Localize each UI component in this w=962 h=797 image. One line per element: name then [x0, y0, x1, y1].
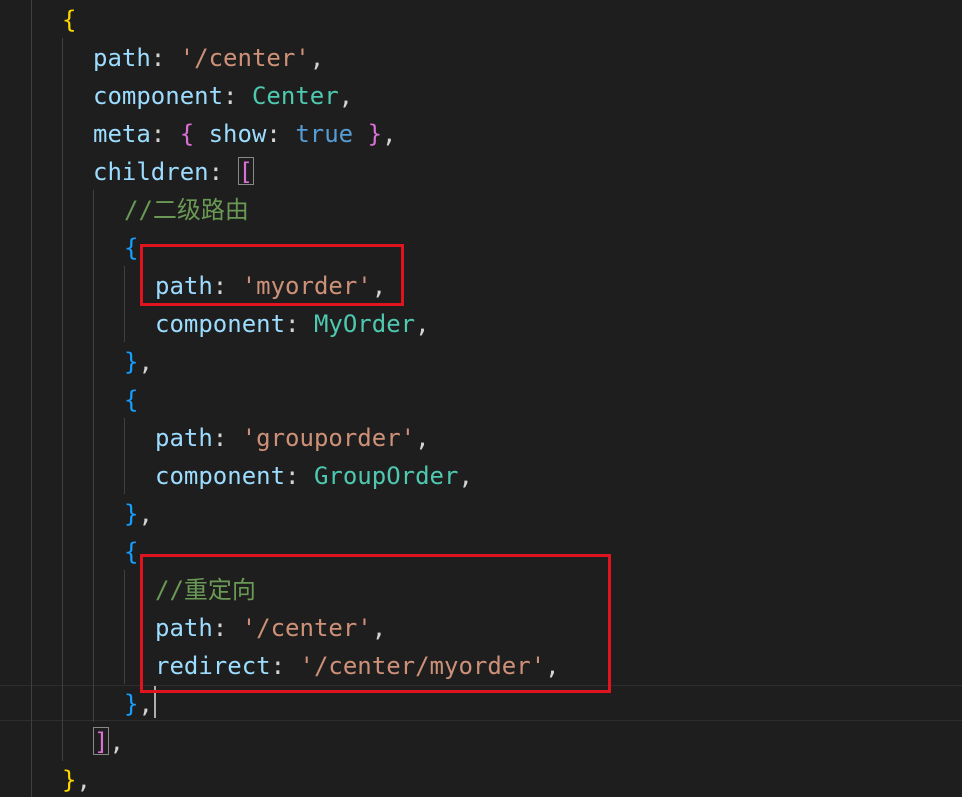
child2-component-value: GroupOrder — [313, 462, 459, 490]
code-line-5: children: [ — [93, 157, 254, 186]
child1-brace-open: { — [124, 234, 139, 262]
child1-brace-close: } — [124, 348, 139, 376]
path-key: path — [93, 44, 151, 72]
code-line-13: component: GroupOrder, — [155, 462, 473, 490]
show-value: true — [295, 120, 354, 148]
highlight-box-redirect — [140, 554, 611, 693]
child1-component-value: MyOrder — [313, 310, 416, 338]
child1-component-key: component — [155, 310, 286, 338]
code-line-21: }, — [62, 766, 91, 794]
comment-nested-route: //二级路由 — [124, 196, 249, 224]
code-editor[interactable]: { path: '/center', component: Center, me… — [0, 0, 962, 797]
path-value: '/center' — [179, 44, 310, 72]
child2-brace-open: { — [124, 386, 139, 414]
meta-key: meta — [93, 120, 151, 148]
highlight-box-child-path — [140, 244, 404, 306]
code-line-20: ], — [93, 727, 124, 756]
code-line-2: path: '/center', — [93, 44, 325, 72]
outer-brace-open: { — [62, 6, 77, 34]
child2-path-value: 'grouporder' — [241, 424, 416, 452]
outer-brace-close: } — [62, 766, 77, 794]
code-line-10: }, — [124, 348, 153, 376]
show-key: show — [208, 120, 267, 148]
meta-brace-close: } — [367, 120, 383, 148]
children-bracket-open: [ — [237, 157, 254, 186]
meta-brace-open: { — [179, 120, 195, 148]
child2-brace-close: } — [124, 500, 139, 528]
child3-brace-open: { — [124, 538, 139, 566]
children-key: children — [93, 158, 209, 186]
code-line-19: }, — [124, 690, 153, 718]
code-line-6: //二级路由 — [0, 191, 249, 229]
code-line-4: meta: { show: true }, — [93, 120, 397, 148]
code-line-12: path: 'grouporder', — [155, 424, 430, 452]
child2-component-key: component — [155, 462, 286, 490]
child2-path-key: path — [155, 424, 213, 452]
component-value: Center — [251, 82, 339, 110]
code-line-9: component: MyOrder, — [155, 310, 430, 338]
code-line-3: component: Center, — [93, 82, 354, 110]
component-key: component — [93, 82, 224, 110]
children-bracket-close: ] — [93, 727, 110, 756]
code-line-11: { — [0, 381, 138, 419]
code-line-7: { — [0, 229, 138, 267]
code-line-14: }, — [124, 500, 153, 528]
code-line-1: { — [0, 1, 76, 39]
code-line-15: { — [0, 533, 138, 571]
child3-brace-close: } — [124, 690, 139, 718]
